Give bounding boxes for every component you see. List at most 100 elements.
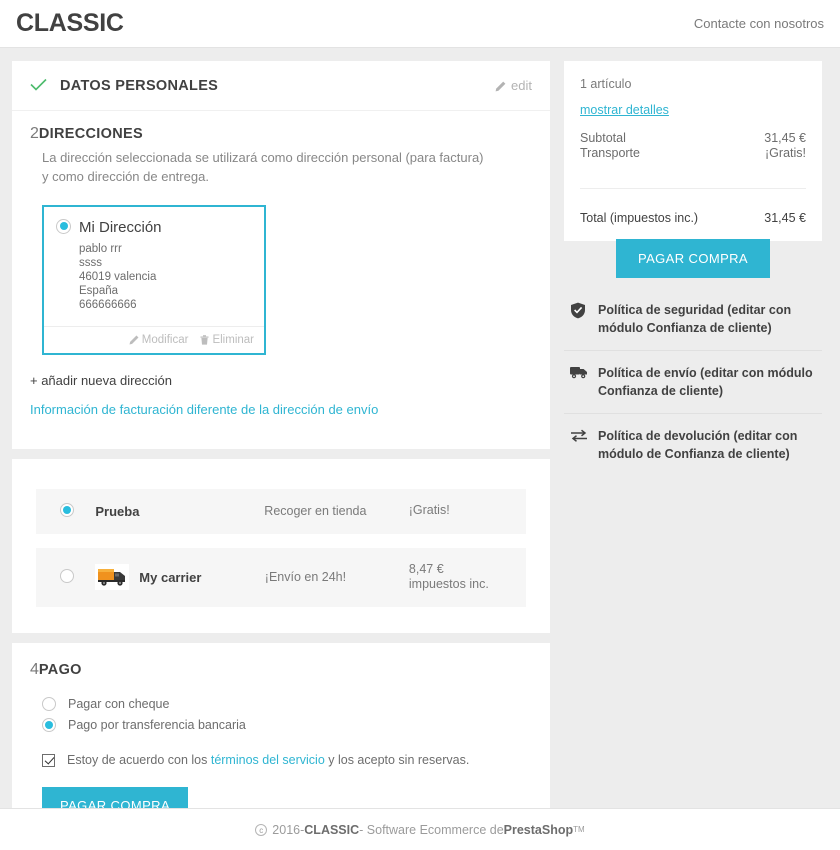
footer-shop-name: CLASSIC <box>304 822 360 837</box>
summary-rows: Subtotal 31,45 € Transporte ¡Gratis! <box>580 131 806 188</box>
site-header: CLASSIC Contacte con nosotros <box>0 0 840 47</box>
payment-radio[interactable] <box>42 717 56 732</box>
show-details-link[interactable]: mostrar detalles <box>580 103 669 117</box>
terms-link[interactable]: términos del servicio <box>211 753 325 767</box>
shipping-block: Prueba Recoger en tienda ¡Gratis! My car… <box>12 458 550 634</box>
step-addresses-header: 2 DIRECCIONES <box>12 111 550 143</box>
site-logo[interactable]: CLASSIC <box>16 9 124 38</box>
step-addresses-title: DIRECCIONES <box>38 126 143 142</box>
payment-options: Pagar con cheque Pago por transferencia … <box>12 693 550 735</box>
site-footer: c 2016 - CLASSIC - Software Ecommerce de… <box>0 808 840 850</box>
carrier-price: ¡Gratis! <box>408 503 450 518</box>
summary-row-label: Subtotal <box>580 131 626 145</box>
payment-option-check[interactable]: Pagar con cheque <box>42 693 550 714</box>
carrier-radio[interactable] <box>60 502 74 517</box>
summary-row: Subtotal 31,45 € <box>580 131 806 146</box>
edit-label: edit <box>511 78 532 93</box>
order-summary-card: 1 artículo mostrar detalles Subtotal 31,… <box>564 61 822 241</box>
policy-return[interactable]: Política de devolución (editar con módul… <box>564 413 822 476</box>
address-radio[interactable] <box>56 218 71 234</box>
trash-icon <box>200 334 209 345</box>
summary-row-value: 31,45 € <box>764 131 806 145</box>
footer-year: 2016 <box>272 822 301 837</box>
step-addresses: 2 DIRECCIONES La dirección seleccionada … <box>12 111 550 449</box>
summary-total-row: Total (impuestos inc.) 31,45 € <box>580 211 806 225</box>
carrier-name: My carrier <box>139 569 202 585</box>
contact-link[interactable]: Contacte con nosotros <box>694 16 824 31</box>
exchange-icon <box>570 428 588 447</box>
carrier-delay: ¡Envío en 24h! <box>264 570 347 585</box>
block-separator <box>12 449 550 459</box>
order-summary-column: 1 artículo mostrar detalles Subtotal 31,… <box>564 61 822 476</box>
terms-text: Estoy de acuerdo con los términos del se… <box>67 753 469 767</box>
copyright-icon: c <box>255 823 268 836</box>
step-addresses-description: La dirección seleccionada se utilizará c… <box>42 150 484 184</box>
address-lines: pablo rrr ssss 46019 valencia España 666… <box>79 242 162 312</box>
address-edit-button[interactable]: Modificar <box>129 333 189 346</box>
address-line: 46019 valencia <box>79 270 157 283</box>
add-new-address-link[interactable]: + añadir nueva dirección <box>30 373 550 388</box>
address-title: Mi Dirección <box>79 218 162 236</box>
policy-text: Política de devolución (editar con módul… <box>598 429 798 462</box>
terms-suffix: y los acepto sin reservas. <box>324 753 470 768</box>
step-personal-information-title: DATOS PERSONALES <box>60 77 219 94</box>
terms-row: Estoy de acuerdo con los términos del se… <box>42 753 550 767</box>
block-separator <box>12 633 550 643</box>
address-list: Mi Dirección pablo rrr ssss 46019 valenc… <box>42 204 550 355</box>
summary-order-button[interactable]: PAGAR COMPRA <box>615 238 771 278</box>
address-card-actions: Modificar Eliminar <box>44 325 264 353</box>
address-line: ssss <box>79 256 102 269</box>
policy-text: Política de seguridad (editar con módulo… <box>598 302 792 335</box>
address-line: 666666666 <box>79 298 137 311</box>
summary-total-wrap: Total (impuestos inc.) 31,45 € <box>580 187 806 241</box>
step-addresses-number: 2 <box>30 125 39 142</box>
carrier-radio-cell <box>60 502 95 520</box>
edit-personal-information-button[interactable]: edit <box>495 78 532 93</box>
footer-brand: PrestaShop <box>503 822 574 837</box>
carrier-row[interactable]: My carrier ¡Envío en 24h! 8,47 € impuest… <box>36 547 526 608</box>
carrier-delay: Recoger en tienda <box>264 504 367 519</box>
carrier-logo-icon <box>95 564 130 591</box>
address-card[interactable]: Mi Dirección pablo rrr ssss 46019 valenc… <box>42 204 266 355</box>
carrier-row[interactable]: Prueba Recoger en tienda ¡Gratis! <box>36 488 526 534</box>
page-content: DATOS PERSONALES edit 2 DIRECCIONES La d… <box>0 51 840 845</box>
summary-submit-wrap: PAGAR COMPRA <box>564 238 822 278</box>
payment-option-label: Pagar con cheque <box>68 696 170 711</box>
carrier-name: Prueba <box>95 503 140 519</box>
addresses-block: DATOS PERSONALES edit 2 DIRECCIONES La d… <box>12 61 550 449</box>
summary-row-value: ¡Gratis! <box>765 146 806 161</box>
check-icon <box>30 77 60 94</box>
step-payment-number: 4 <box>30 661 39 679</box>
payment-option-bankwire[interactable]: Pago por transferencia bancaria <box>42 714 550 735</box>
policy-text: Política de envío (editar con módulo Con… <box>598 365 813 398</box>
policy-list: Política de seguridad (editar con módulo… <box>564 288 822 477</box>
payment-option-label: Pago por transferencia bancaria <box>68 717 246 732</box>
summary-row-label: Transporte <box>580 146 640 161</box>
carrier-list: Prueba Recoger en tienda ¡Gratis! My car… <box>12 459 550 633</box>
pencil-icon <box>495 80 506 92</box>
carrier-price: 8,47 € impuestos inc. <box>408 561 489 592</box>
carrier-radio[interactable] <box>60 568 74 583</box>
pencil-icon <box>129 335 139 345</box>
address-line: pablo rrr <box>79 242 122 255</box>
alternate-billing-link[interactable]: Información de facturación diferente de … <box>30 402 550 417</box>
summary-items-count: 1 artículo <box>580 77 632 91</box>
address-delete-label: Eliminar <box>212 333 254 346</box>
step-payment-header: 4 PAGO <box>12 643 550 679</box>
payment-radio[interactable] <box>42 696 56 711</box>
address-delete-button[interactable]: Eliminar <box>200 334 254 346</box>
terms-checkbox[interactable] <box>42 753 55 767</box>
carrier-radio-cell <box>60 568 95 586</box>
step-payment-title: PAGO <box>38 662 82 679</box>
checkout-page: CLASSIC Contacte con nosotros DATOS PERS… <box>0 0 840 850</box>
policy-security[interactable]: Política de seguridad (editar con módulo… <box>564 288 822 350</box>
truck-icon <box>570 365 588 384</box>
shield-icon <box>570 302 588 324</box>
summary-total-label: Total (impuestos inc.) <box>580 210 699 225</box>
step-personal-information[interactable]: DATOS PERSONALES edit <box>12 61 550 111</box>
address-line: España <box>79 284 119 297</box>
address-edit-label: Modificar <box>141 333 189 346</box>
policy-shipping[interactable]: Política de envío (editar con módulo Con… <box>564 349 822 413</box>
footer-trademark: TM <box>573 825 585 834</box>
summary-total-value: 31,45 € <box>764 210 806 225</box>
